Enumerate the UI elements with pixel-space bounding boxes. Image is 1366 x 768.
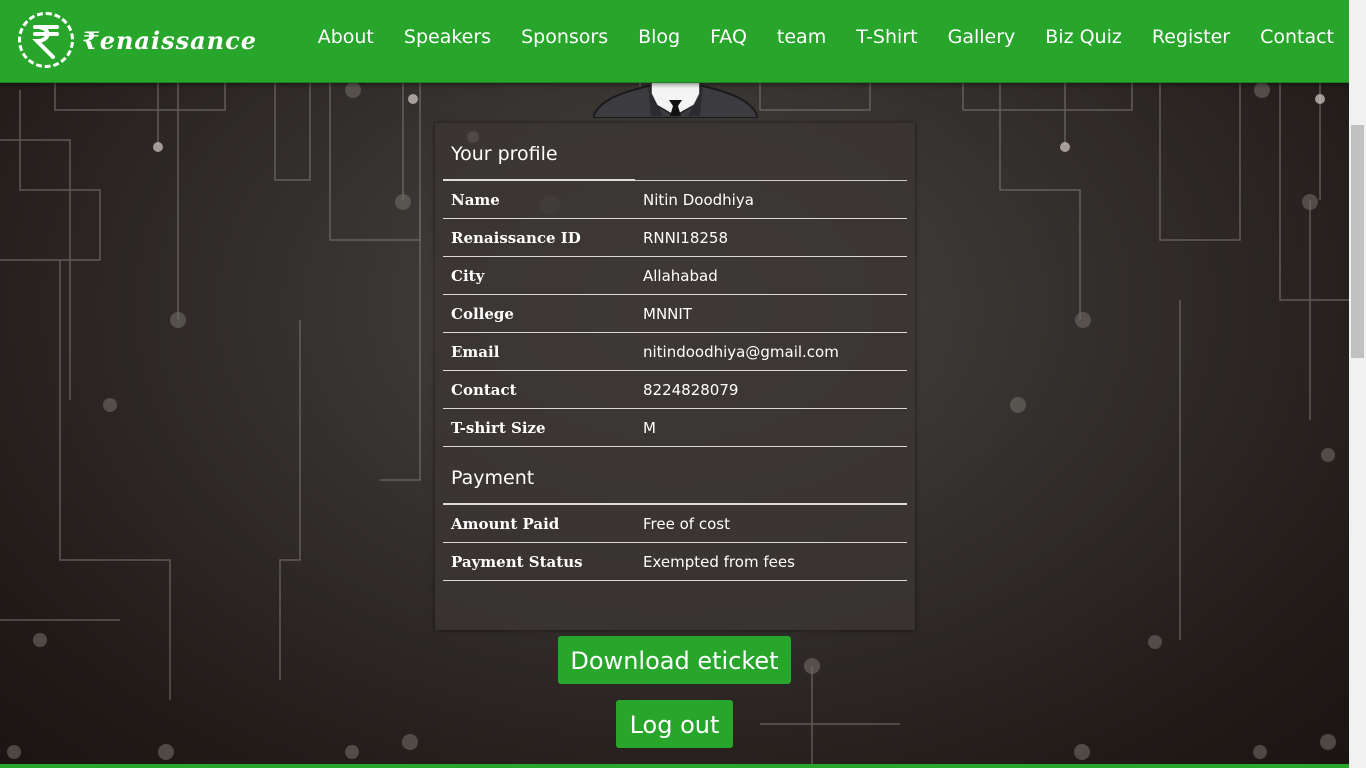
user-avatar xyxy=(591,81,760,119)
row-key: Contact xyxy=(451,381,517,399)
profile-row-email: Email nitindoodhiya@gmail.com xyxy=(443,333,907,371)
row-value: M xyxy=(643,419,656,437)
nav-register[interactable]: Register xyxy=(1152,26,1230,48)
nav-speakers[interactable]: Speakers xyxy=(404,26,491,48)
nav-gallery[interactable]: Gallery xyxy=(948,26,1016,48)
page-scrollbar-track[interactable] xyxy=(1349,0,1366,768)
row-value: 8224828079 xyxy=(643,381,739,399)
row-key: Amount Paid xyxy=(451,515,560,533)
payment-row-status: Payment Status Exempted from fees xyxy=(443,543,907,581)
payment-heading: Payment xyxy=(451,467,535,489)
nav-sponsors[interactable]: Sponsors xyxy=(521,26,608,48)
profile-row-id: Renaissance ID RNNI18258 xyxy=(443,219,907,257)
row-key: Email xyxy=(451,343,500,361)
profile-row-tshirt-size: T-shirt Size M xyxy=(443,409,907,447)
nav-tshirt[interactable]: T-Shirt xyxy=(856,26,917,48)
row-value: Exempted from fees xyxy=(643,553,795,571)
nav-faq[interactable]: FAQ xyxy=(710,26,747,48)
profile-card: Your profile Name Nitin Doodhiya Renaiss… xyxy=(435,123,915,630)
nav-blog[interactable]: Blog xyxy=(638,26,680,48)
page-scrollbar-thumb[interactable] xyxy=(1351,125,1364,358)
profile-row-contact: Contact 8224828079 xyxy=(443,371,907,409)
profile-row-city: City Allahabad xyxy=(443,257,907,295)
profile-heading-row: Your profile xyxy=(443,123,907,181)
row-key: Payment Status xyxy=(451,553,583,571)
row-value: RNNI18258 xyxy=(643,229,729,247)
row-key: Renaissance ID xyxy=(451,229,581,247)
nav-team[interactable]: team xyxy=(777,26,826,48)
footer-strip xyxy=(0,764,1349,768)
rupee-logo-icon xyxy=(18,12,74,68)
logo-wordmark: ₹enaissance xyxy=(82,26,257,55)
row-key: Name xyxy=(451,191,500,209)
profile-row-college: College MNNIT xyxy=(443,295,907,333)
top-navbar: ₹enaissance About Speakers Sponsors Blog… xyxy=(0,0,1349,83)
row-value: Nitin Doodhiya xyxy=(643,191,754,209)
nav-about[interactable]: About xyxy=(318,26,374,48)
logout-button[interactable]: Log out xyxy=(616,700,733,748)
profile-heading: Your profile xyxy=(451,143,558,165)
profile-row-name: Name Nitin Doodhiya xyxy=(443,181,907,219)
download-eticket-button[interactable]: Download eticket xyxy=(558,636,791,684)
row-key: T-shirt Size xyxy=(451,419,546,437)
row-key: College xyxy=(451,305,514,323)
nav-contact[interactable]: Contact xyxy=(1260,26,1334,48)
site-logo[interactable]: ₹enaissance xyxy=(18,12,256,72)
nav-biz-quiz[interactable]: Biz Quiz xyxy=(1045,26,1122,48)
row-value: nitindoodhiya@gmail.com xyxy=(643,343,839,361)
payment-row-amount: Amount Paid Free of cost xyxy=(443,505,907,543)
row-value: Free of cost xyxy=(643,515,730,533)
main-nav: About Speakers Sponsors Blog FAQ team T-… xyxy=(288,26,1334,48)
payment-heading-row: Payment xyxy=(443,447,907,505)
row-value: MNNIT xyxy=(643,305,692,323)
row-key: City xyxy=(451,267,485,285)
row-value: Allahabad xyxy=(643,267,718,285)
